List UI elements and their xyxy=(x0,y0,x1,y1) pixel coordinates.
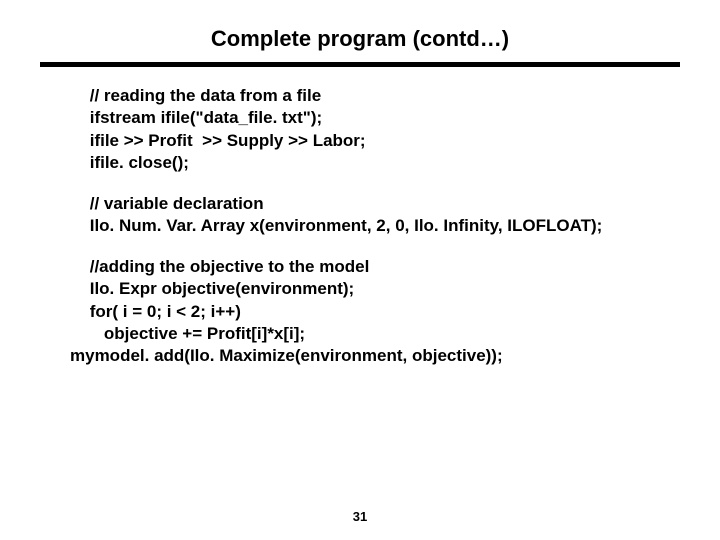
title-divider xyxy=(40,62,680,67)
code-line: objective += Profit[i]*x[i]; xyxy=(85,323,680,345)
code-line: //adding the objective to the model xyxy=(85,256,680,278)
code-line: ifile >> Profit >> Supply >> Labor; xyxy=(85,130,680,152)
code-line: // reading the data from a file xyxy=(85,85,680,107)
code-content: // reading the data from a file ifstream… xyxy=(40,85,680,345)
slide-title: Complete program (contd…) xyxy=(40,20,680,58)
code-line: Ilo. Expr objective(environment); xyxy=(85,278,680,300)
code-line: mymodel. add(Ilo. Maximize(environment, … xyxy=(70,345,680,367)
code-line: ifstream ifile("data_file. txt"); xyxy=(85,107,680,129)
code-line: Ilo. Num. Var. Array x(environment, 2, 0… xyxy=(85,215,680,237)
page-number: 31 xyxy=(0,509,720,524)
code-line: ifile. close(); xyxy=(85,152,680,174)
code-line: // variable declaration xyxy=(85,193,680,215)
code-line: for( i = 0; i < 2; i++) xyxy=(85,301,680,323)
